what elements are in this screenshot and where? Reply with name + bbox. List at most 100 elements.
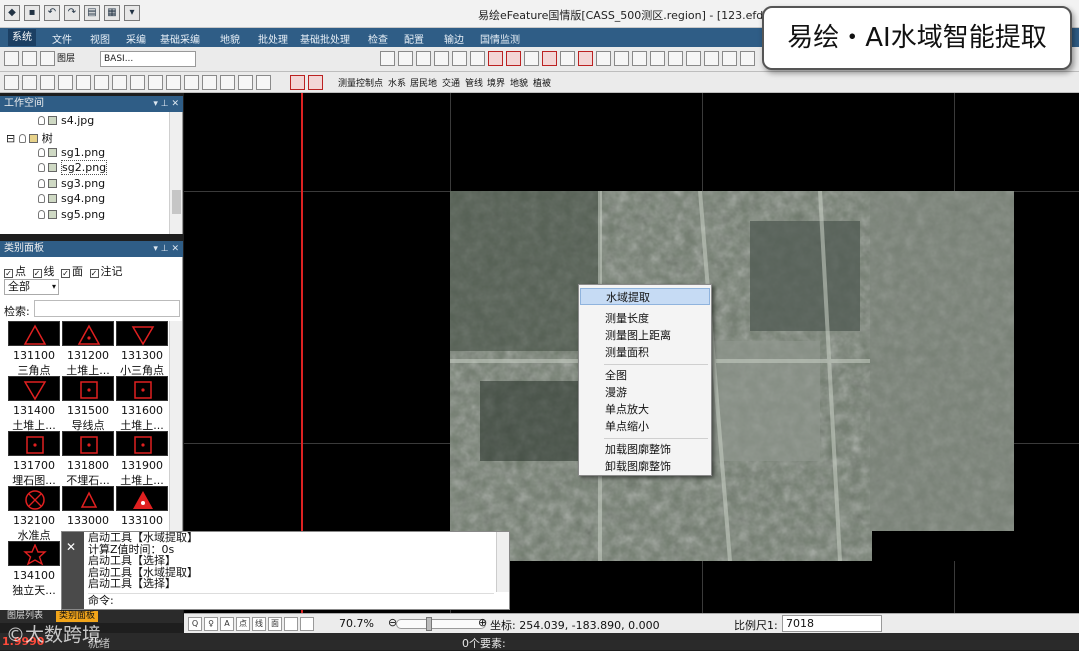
menu-item-3[interactable]: 采编 bbox=[126, 31, 146, 46]
save-icon[interactable]: ▪ bbox=[24, 5, 40, 21]
symbol-triangle-down-icon[interactable] bbox=[116, 321, 168, 346]
tree-item-sg4[interactable]: sg4.png bbox=[38, 192, 105, 205]
point-toggle[interactable]: 点 bbox=[236, 617, 250, 631]
menu-item-water-extract[interactable]: 水域提取 bbox=[580, 288, 710, 305]
zoom-icon[interactable]: Q bbox=[188, 617, 202, 631]
collapse-icon[interactable]: ⊟ bbox=[6, 132, 15, 145]
menu-item-zoom-in[interactable]: 单点放大 bbox=[580, 401, 710, 418]
menu-item-4[interactable]: 基础采编 bbox=[160, 31, 200, 46]
tree-item-sg5[interactable]: sg5.png bbox=[38, 208, 105, 221]
visibility-icon[interactable] bbox=[38, 179, 45, 188]
tree-item-sg1[interactable]: sg1.png bbox=[38, 146, 105, 159]
polygon-icon[interactable] bbox=[76, 75, 91, 90]
menu-item-2[interactable]: 视图 bbox=[90, 31, 110, 46]
visibility-icon[interactable] bbox=[38, 194, 45, 203]
redo-icon[interactable]: ↷ bbox=[64, 5, 80, 21]
menu-item-measure-map-distance[interactable]: 测量图上距离 bbox=[580, 327, 710, 344]
pointer-tool-icon[interactable] bbox=[4, 51, 19, 66]
zoom-slider-knob[interactable] bbox=[426, 617, 432, 631]
rectangle-icon[interactable] bbox=[40, 75, 55, 90]
panel-controls-icon[interactable]: ▾ ⊥ ✕ bbox=[153, 96, 179, 112]
column-icon[interactable] bbox=[470, 51, 485, 66]
menu-item-11[interactable]: 国情监测 bbox=[480, 31, 520, 46]
workspace-scrollbar[interactable] bbox=[169, 112, 182, 234]
warning-icon[interactable]: A bbox=[220, 617, 234, 631]
symbol-triangle-down-icon[interactable] bbox=[8, 376, 60, 401]
warning-icon[interactable] bbox=[40, 51, 55, 66]
symbol-square-dot-icon[interactable] bbox=[62, 431, 114, 456]
visibility-icon[interactable] bbox=[38, 116, 45, 125]
line-toggle[interactable]: 线 bbox=[252, 617, 266, 631]
symbol-circle-x-icon[interactable] bbox=[8, 486, 60, 511]
visibility-icon[interactable] bbox=[38, 163, 45, 172]
bulb-icon[interactable]: ♀ bbox=[204, 617, 218, 631]
break-icon[interactable] bbox=[596, 51, 611, 66]
menu-item-5[interactable]: 地貌 bbox=[220, 31, 240, 46]
menu-item-zoom-out[interactable]: 单点缩小 bbox=[580, 418, 710, 435]
panel-icon[interactable] bbox=[668, 51, 683, 66]
tb2-word-1[interactable]: 水系 bbox=[388, 76, 406, 89]
menu-item-measure-length[interactable]: 测量长度 bbox=[580, 310, 710, 327]
symbol-triangle-icon[interactable] bbox=[8, 321, 60, 346]
symbol-triangle-small-icon[interactable] bbox=[62, 486, 114, 511]
grid-icon[interactable] bbox=[704, 51, 719, 66]
tree-item-s4[interactable]: s4.jpg bbox=[38, 114, 94, 127]
align-icon[interactable] bbox=[148, 75, 163, 90]
menu-item-0[interactable]: 系统 bbox=[8, 29, 36, 46]
menu-item-7[interactable]: 基础批处理 bbox=[300, 31, 350, 46]
menu-item-unload-frame[interactable]: 卸载图廓整饰 bbox=[580, 458, 710, 475]
checkbox-point[interactable]: ✓ bbox=[4, 269, 13, 278]
slash-icon[interactable] bbox=[542, 51, 557, 66]
move-icon[interactable] bbox=[740, 51, 755, 66]
checkbox-line[interactable]: ✓ bbox=[32, 269, 42, 278]
command-input[interactable]: 命令: bbox=[88, 593, 494, 608]
undo-icon[interactable]: ↶ bbox=[44, 5, 60, 21]
app-logo-icon[interactable]: ◆ bbox=[4, 5, 20, 21]
image-icon[interactable] bbox=[650, 51, 665, 66]
tree-item-sg3[interactable]: sg3.png bbox=[38, 177, 105, 190]
tb2-word-4[interactable]: 管线 bbox=[465, 76, 483, 89]
bar-icon[interactable] bbox=[452, 51, 467, 66]
symbol-square-dot-icon[interactable] bbox=[116, 431, 168, 456]
rect-icon[interactable] bbox=[524, 51, 539, 66]
symbol-square-dot-icon[interactable] bbox=[8, 431, 60, 456]
tb2-word-2[interactable]: 居民地 bbox=[410, 76, 437, 89]
stop-icon[interactable] bbox=[290, 75, 305, 90]
zoom-slider[interactable] bbox=[396, 619, 486, 629]
line-tool-icon[interactable] bbox=[380, 51, 395, 66]
tree-item-group[interactable]: ⊟ 树 bbox=[6, 130, 53, 146]
frame-icon[interactable] bbox=[58, 75, 73, 90]
parallel-icon[interactable] bbox=[434, 51, 449, 66]
symbol-triangle-filled-icon[interactable] bbox=[116, 486, 168, 511]
tb2-word-5[interactable]: 境界 bbox=[487, 76, 505, 89]
close-icon[interactable]: ✕ bbox=[66, 540, 76, 554]
menu-item-measure-area[interactable]: 测量面积 bbox=[580, 344, 710, 361]
measure-icon[interactable] bbox=[130, 75, 145, 90]
copy-icon[interactable] bbox=[614, 51, 629, 66]
search-input[interactable] bbox=[34, 300, 180, 317]
menu-item-9[interactable]: 配置 bbox=[404, 31, 424, 46]
delete-icon[interactable] bbox=[506, 51, 521, 66]
menu-item-load-frame[interactable]: 加载图廓整饰 bbox=[580, 441, 710, 458]
visibility-icon[interactable] bbox=[38, 210, 45, 219]
node-icon[interactable] bbox=[184, 75, 199, 90]
line-icon[interactable] bbox=[22, 75, 37, 90]
category-select[interactable]: 全部 ▾ bbox=[4, 279, 59, 295]
customize-icon[interactable]: ▾ bbox=[124, 5, 140, 21]
layer-combo[interactable]: BASI... bbox=[100, 51, 196, 67]
split-icon[interactable] bbox=[722, 51, 737, 66]
rgb-icon[interactable] bbox=[284, 617, 298, 631]
grid-toggle-icon[interactable] bbox=[300, 617, 314, 631]
mirror-icon[interactable] bbox=[238, 75, 253, 90]
cross-icon[interactable] bbox=[488, 51, 503, 66]
tb2-word-7[interactable]: 植被 bbox=[533, 76, 551, 89]
symbol-square-dot-icon[interactable] bbox=[62, 376, 114, 401]
scroll-thumb[interactable] bbox=[172, 190, 181, 214]
layers-icon[interactable]: ▦ bbox=[104, 5, 120, 21]
tree-item-sg2[interactable]: sg2.png bbox=[38, 160, 108, 175]
edit-tool-icon[interactable] bbox=[22, 51, 37, 66]
panel-controls-icon[interactable]: ▾ ⊥ ✕ bbox=[153, 241, 179, 257]
target-icon[interactable] bbox=[112, 75, 127, 90]
checkbox-area[interactable]: ✓ bbox=[61, 269, 70, 278]
symbol-star-icon[interactable] bbox=[8, 541, 60, 566]
